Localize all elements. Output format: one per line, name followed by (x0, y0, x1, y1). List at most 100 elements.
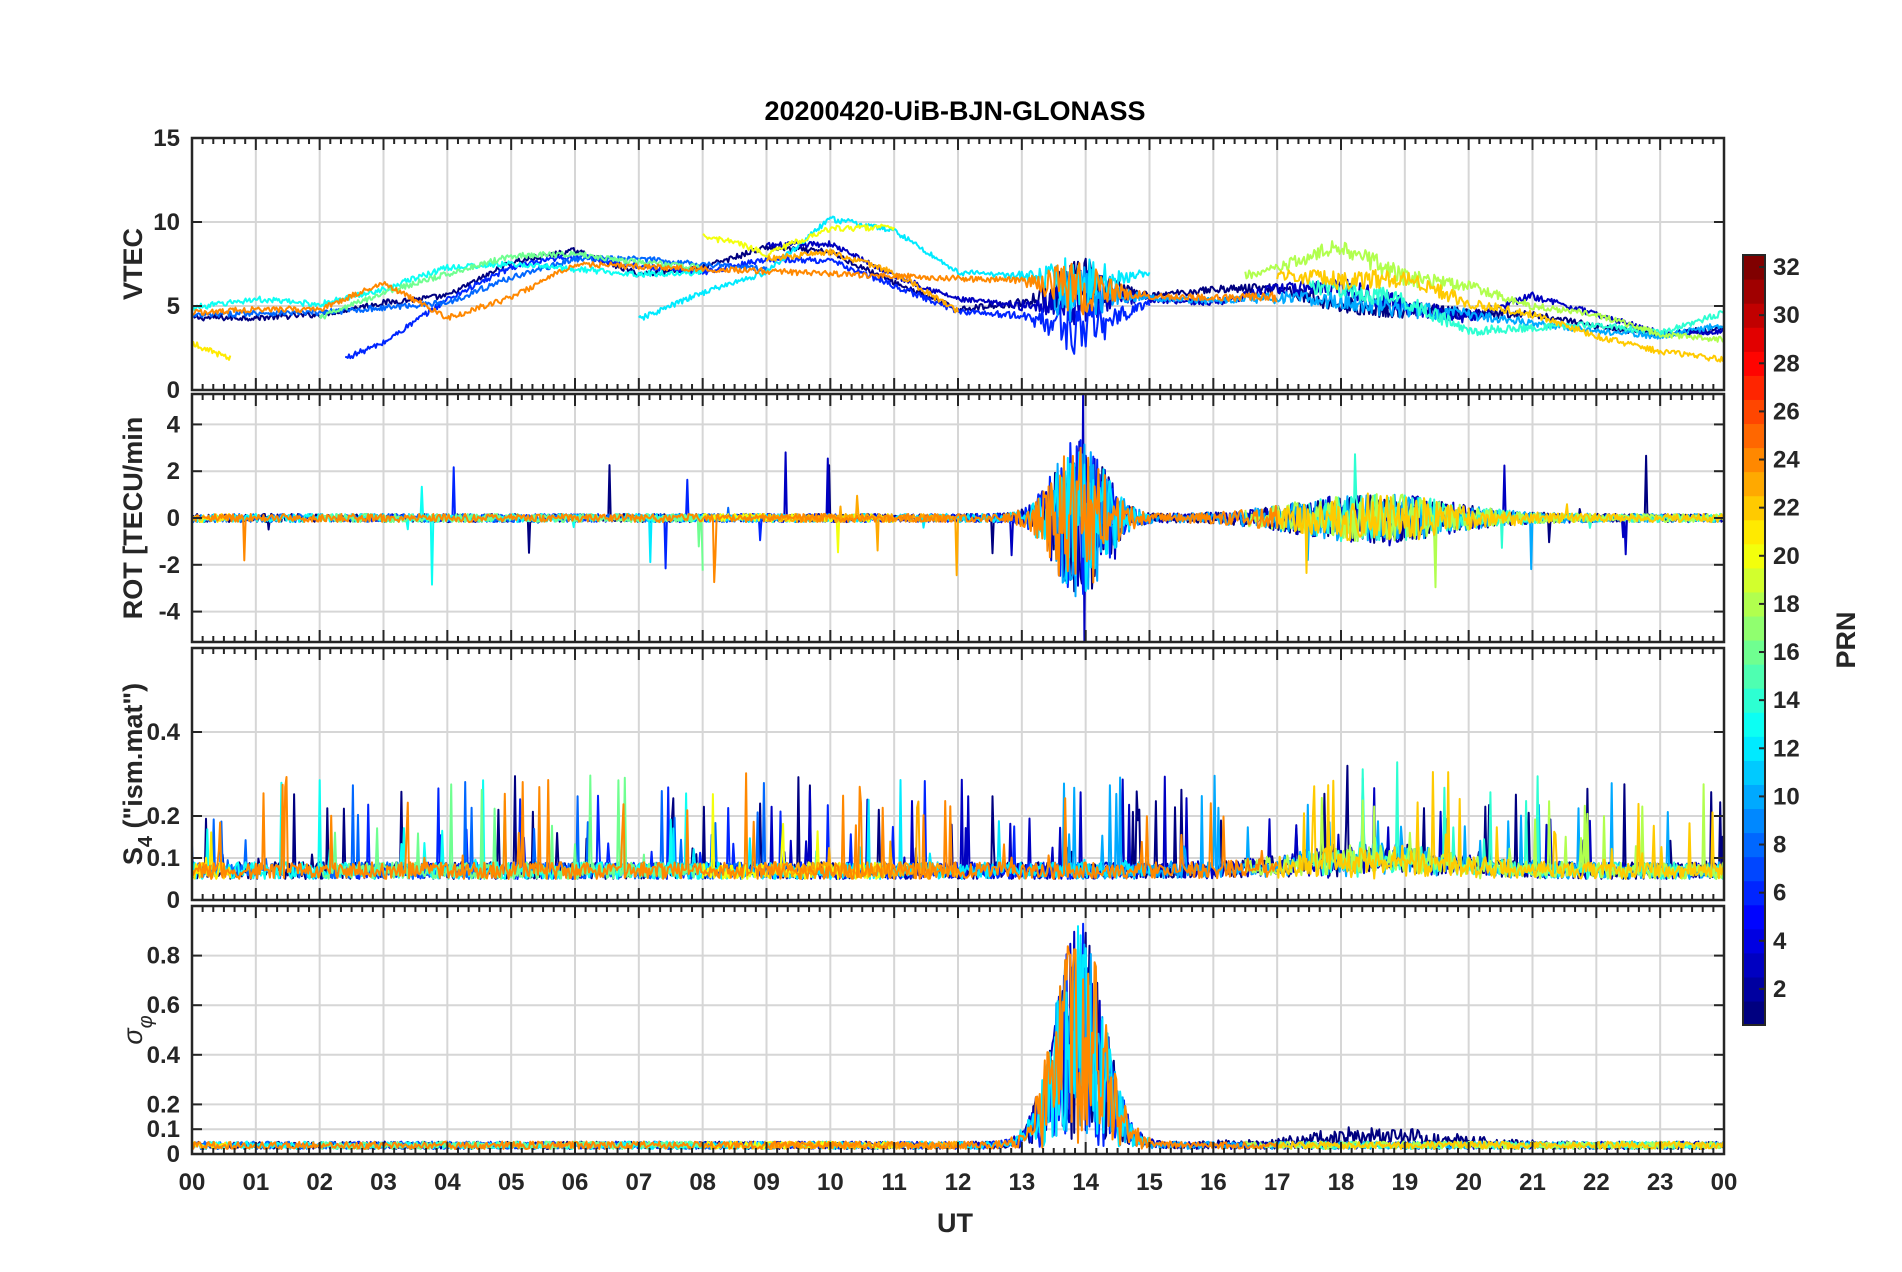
colorbar-tick-label: 20 (1773, 543, 1800, 570)
x-tick-label: 21 (1519, 1169, 1546, 1196)
colorbar-segment (1743, 664, 1765, 689)
colorbar-tick-label: 10 (1773, 783, 1800, 810)
vtec-y-tick-label: 5 (167, 293, 180, 320)
sigma-y-axis-label: σφ (118, 1015, 157, 1044)
x-tick-label: 03 (370, 1169, 397, 1196)
colorbar-segment (1743, 327, 1765, 352)
colorbar-segment (1743, 279, 1765, 304)
x-tick-label: 23 (1647, 1169, 1674, 1196)
colorbar-segment (1743, 952, 1765, 978)
x-tick-label: 04 (434, 1169, 461, 1196)
x-tick-label: 15 (1136, 1169, 1163, 1196)
colorbar-tick-label: 30 (1773, 302, 1800, 329)
colorbar-segment (1743, 808, 1765, 834)
vtec-y-tick-label: 15 (153, 125, 180, 152)
rot-y-tick-label: -2 (159, 552, 180, 579)
sigma-series-prn-10 (1052, 943, 1725, 1150)
rot-y-tick-label: -4 (159, 599, 181, 626)
x-tick-label: 00 (1711, 1169, 1738, 1196)
colorbar-label: PRN (1831, 611, 1861, 668)
x-tick-label: 19 (1391, 1169, 1418, 1196)
x-tick-label: 00 (179, 1169, 206, 1196)
vtec-y-axis-label: VTEC (118, 228, 148, 300)
colorbar-tick-label: 4 (1773, 928, 1787, 955)
s4-y-axis-label-rest: ("ism.mat") (118, 683, 148, 836)
sigma-y-tick-label: 0 (167, 1141, 180, 1168)
vtec-y-tick-label: 10 (153, 209, 180, 236)
x-tick-label: 08 (689, 1169, 716, 1196)
colorbar-tick-label: 26 (1773, 398, 1800, 425)
colorbar-tick-label: 2 (1773, 976, 1786, 1003)
colorbar-tick-label: 28 (1773, 350, 1800, 377)
rot-y-tick-label: 0 (167, 505, 180, 532)
sigma-y-tick-label: 0.2 (147, 1091, 180, 1118)
colorbar-tick-label: 32 (1773, 254, 1800, 281)
colorbar-tick-label: 12 (1773, 735, 1800, 762)
x-tick-label: 02 (306, 1169, 333, 1196)
x-tick-label: 22 (1583, 1169, 1610, 1196)
colorbar: 2468101214161820222426283032 (1742, 254, 1800, 1026)
x-tick-label: 05 (498, 1169, 525, 1196)
colorbar-segment (1743, 615, 1765, 641)
x-tick-label: 17 (1264, 1169, 1291, 1196)
sigma-y-tick-label: 0.6 (147, 992, 180, 1019)
x-tick-label: 13 (1008, 1169, 1035, 1196)
vtec-y-tick-label: 0 (167, 377, 180, 404)
x-tick-label: 14 (1072, 1169, 1099, 1196)
rot-y-axis-label: ROT [TECU/min (118, 417, 148, 620)
x-tick-label: 06 (562, 1169, 589, 1196)
chart-title: 20200420-UiB-BJN-GLONASS (764, 96, 1145, 126)
colorbar-tick-label: 22 (1773, 495, 1800, 522)
x-tick-label: 16 (1200, 1169, 1227, 1196)
rot-series-prn-18 (1244, 493, 1725, 589)
figure: 20200420-UiB-BJN-GLONASS 051015VTEC -4-2… (118, 96, 1861, 1238)
sigma-y-axis-label-sub: φ (135, 1015, 157, 1028)
colorbar-segment (1743, 375, 1765, 400)
rot-y-tick-label: 4 (167, 411, 181, 438)
vtec-series-prn-21 (191, 341, 232, 361)
s4-y-axis-label: S4 ("ism.mat") (118, 683, 157, 865)
colorbar-segment (1743, 1000, 1765, 1026)
vtec-series-prn-22 (1276, 269, 1725, 363)
s4-y-tick-label: 0.1 (147, 845, 180, 872)
x-axis-tick-labels: 00 01 02 03 04 05 06 07 08 09 10 11 12 13 14 15 16 17 18 19… (179, 1169, 1738, 1196)
colorbar-tick-label: 14 (1773, 687, 1800, 714)
s4-y-axis-label-main: S (118, 847, 148, 865)
x-tick-label: 12 (945, 1169, 972, 1196)
x-axis-label: UT (937, 1208, 973, 1238)
x-tick-label: 07 (625, 1169, 652, 1196)
colorbar-segment (1743, 760, 1765, 785)
sigma-y-tick-label: 0.4 (147, 1042, 181, 1069)
panel-s4: 0 0.1 0.2 0.4S4 ("ism.mat") (118, 646, 1726, 914)
x-tick-label: 01 (242, 1169, 269, 1196)
sigma-series-prn-3 (766, 930, 1725, 1150)
panel-vtec: 0 5 10 15 VTEC (118, 125, 1726, 404)
s4-y-tick-label: 0.2 (147, 803, 180, 830)
colorbar-tick-label: 16 (1773, 639, 1800, 666)
sigma-y-tick-label: 0.1 (147, 1116, 180, 1143)
panel-sigma: 00.10.2 0.4 0.6 0.8 σφ (118, 904, 1726, 1168)
x-tick-label: 10 (817, 1169, 844, 1196)
sigma-y-axis-label-main: σ (118, 1027, 148, 1045)
sigma-y-tick-label: 0.8 (147, 943, 180, 970)
colorbar-segment (1743, 567, 1765, 593)
colorbar-segment (1743, 904, 1765, 930)
colorbar-segment (1743, 423, 1765, 449)
sigma-series-prn-6 (344, 922, 1151, 1150)
colorbar-tick-label: 8 (1773, 832, 1786, 859)
s4-series-prn-22 (1276, 771, 1725, 880)
colorbar-segment (1743, 519, 1765, 545)
sigma-series-prn-24 (191, 945, 1279, 1150)
colorbar-tick-label: 6 (1773, 880, 1786, 907)
s4-y-tick-label: 0 (167, 887, 180, 914)
s4-y-tick-label: 0.4 (147, 719, 181, 746)
colorbar-tick-label: 18 (1773, 591, 1800, 618)
colorbar-tick-label: 24 (1773, 447, 1800, 474)
rot-y-tick-label: 2 (167, 458, 180, 485)
x-tick-label: 09 (753, 1169, 780, 1196)
colorbar-segment (1743, 712, 1765, 737)
x-tick-label: 18 (1328, 1169, 1355, 1196)
x-tick-label: 11 (881, 1169, 906, 1196)
panel-rot: -4 -2 0 2 4 ROT [TECU/min (118, 392, 1726, 644)
x-tick-label: 20 (1455, 1169, 1482, 1196)
